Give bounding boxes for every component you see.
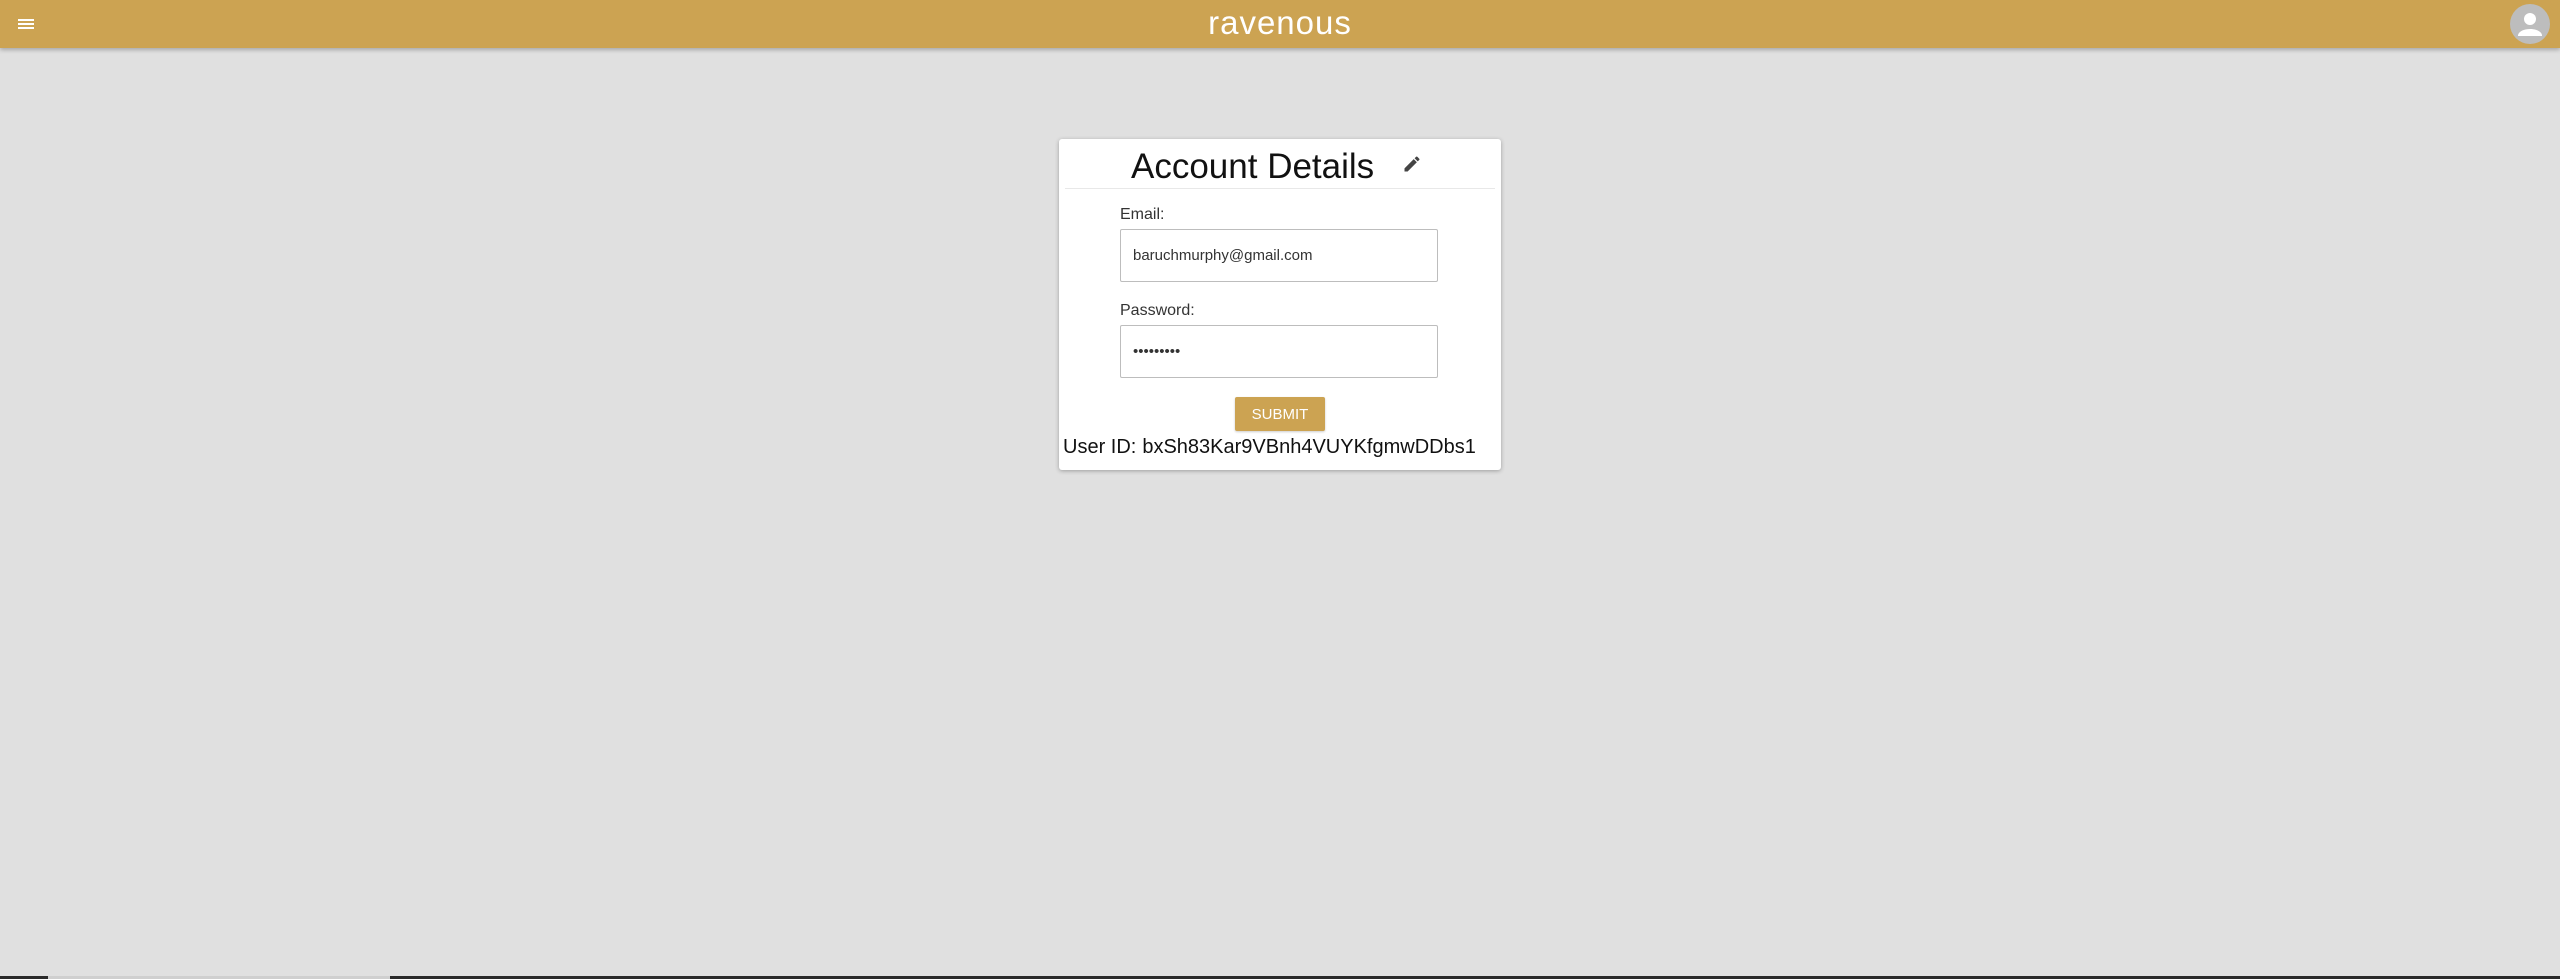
submit-button[interactable]: SUBMIT [1235,397,1325,431]
card-header: Account Details [1065,139,1495,189]
user-id-label: User ID: [1063,436,1137,458]
email-label: Email: [1120,206,1165,223]
password-field[interactable] [1120,325,1438,378]
user-id: User ID: bxSh83Kar9VBnh4VUYKfgmwDDbs1 [1063,436,1476,459]
user-id-value: bxSh83Kar9VBnh4VUYKfgmwDDbs1 [1142,436,1476,458]
pencil-icon[interactable] [1402,154,1422,174]
top-app-bar: ravenous [0,0,2560,48]
card-title: Account Details [1131,147,1375,186]
password-label: Password: [1120,302,1195,319]
account-details-card: Account Details Email: Password: SUBMIT … [1059,139,1501,470]
account-circle-icon[interactable] [2510,4,2550,44]
email-field[interactable] [1120,229,1438,282]
app-title: ravenous [1208,4,1352,41]
